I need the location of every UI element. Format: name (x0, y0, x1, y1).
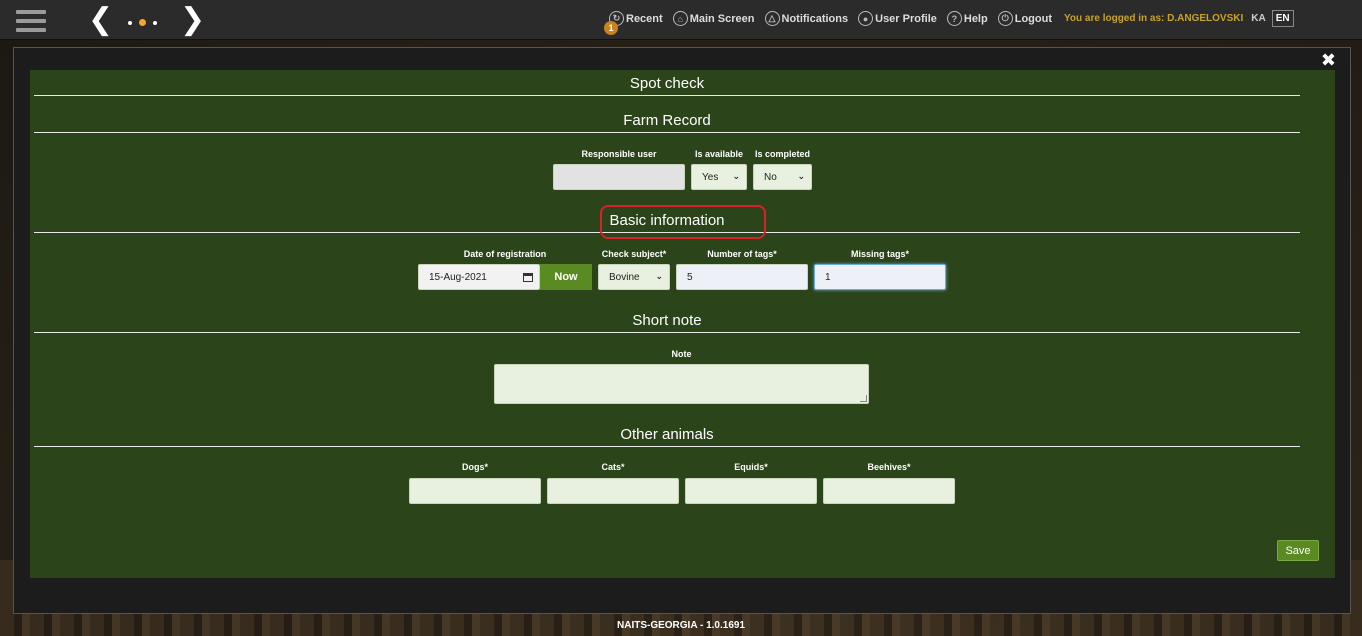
menu-main-screen-label: Main Screen (689, 12, 755, 25)
check-subject-label: Check subject* (601, 249, 667, 259)
chevron-down-icon: ⌄ (797, 172, 805, 182)
note-label: Note (671, 349, 692, 359)
menu-user-profile-label: User Profile (875, 12, 937, 25)
recent-badge: 1 (604, 21, 618, 35)
menu-logout-label: Logout (1014, 12, 1052, 25)
other-animals-heading: Other animals (34, 426, 1300, 447)
top-bar: ❮ ❯ ↻ 1 Recent ⌂ Main Screen △ Notificat… (0, 0, 1362, 40)
hamburger-menu-icon[interactable] (16, 10, 46, 32)
menu-help[interactable]: ? Help (946, 11, 988, 26)
check-subject-value: Bovine (609, 271, 640, 283)
close-icon[interactable]: ✖ (1321, 50, 1336, 71)
date-of-registration-value: 15-Aug-2021 (429, 271, 487, 283)
missing-tags-input[interactable]: 1 (814, 264, 946, 290)
menu-recent-label: Recent (626, 12, 663, 25)
number-of-tags-input[interactable]: 5 (676, 264, 808, 290)
dogs-input[interactable] (409, 478, 541, 504)
short-note-heading: Short note (34, 312, 1300, 333)
number-of-tags-value: 5 (687, 271, 693, 283)
forward-arrow-icon[interactable]: ❯ (180, 4, 205, 36)
is-available-label: Is available (694, 149, 744, 159)
menu-main-screen[interactable]: ⌂ Main Screen (672, 11, 755, 26)
check-subject-select[interactable]: Bovine ⌄ (598, 264, 670, 290)
back-arrow-icon[interactable]: ❮ (88, 4, 113, 36)
responsible-user-field[interactable] (553, 164, 685, 190)
is-available-value: Yes (702, 171, 719, 183)
cats-label: Cats* (601, 462, 625, 472)
logged-in-user: You are logged in as: D.ANGELOVSKI (1063, 13, 1244, 24)
missing-tags-value: 1 (825, 271, 831, 283)
is-completed-label: Is completed (754, 149, 810, 159)
app-version-footer: NAITS-GEORGIA - 1.0.1691 (617, 620, 745, 631)
lang-en[interactable]: EN (1271, 10, 1294, 27)
now-button[interactable]: Now (540, 264, 592, 290)
date-of-registration-input[interactable]: 15-Aug-2021 (418, 264, 540, 290)
beehives-label: Beehives* (867, 462, 911, 472)
menu-notifications-label: Notifications (781, 12, 849, 25)
missing-tags-label: Missing tags* (850, 249, 909, 259)
annotation-highlight (600, 205, 766, 239)
equids-label: Equids* (734, 462, 768, 472)
equids-input[interactable] (685, 478, 817, 504)
menu-notifications[interactable]: △ Notifications (764, 11, 849, 26)
save-button[interactable]: Save (1277, 540, 1319, 561)
user-icon: ● (858, 11, 874, 26)
dogs-label: Dogs* (461, 462, 488, 472)
help-icon: ? (946, 11, 962, 26)
is-completed-select[interactable]: No ⌄ (753, 164, 812, 190)
is-completed-value: No (764, 171, 777, 183)
date-of-registration-label: Date of registration (463, 249, 547, 259)
menu-help-label: Help (963, 12, 988, 25)
menu-recent[interactable]: ↻ 1 Recent (604, 11, 663, 35)
chevron-down-icon: ⌄ (655, 272, 663, 282)
cats-input[interactable] (547, 478, 679, 504)
home-icon: ⌂ (672, 11, 688, 26)
number-of-tags-label: Number of tags* (707, 249, 777, 259)
chevron-down-icon: ⌄ (732, 172, 740, 182)
menu-logout[interactable]: ⏻ Logout (997, 11, 1052, 26)
lang-ka[interactable]: KA (1251, 13, 1265, 24)
history-dots-icon[interactable] (128, 19, 157, 26)
note-textarea[interactable] (494, 364, 869, 404)
menu-user-profile[interactable]: ● User Profile (858, 11, 937, 26)
modal-title: Spot check (34, 75, 1300, 96)
bell-icon: △ (764, 11, 780, 26)
is-available-select[interactable]: Yes ⌄ (691, 164, 747, 190)
responsible-user-label: Responsible user (581, 149, 657, 159)
calendar-icon[interactable] (523, 272, 533, 282)
resize-handle-icon[interactable] (860, 395, 867, 402)
beehives-input[interactable] (823, 478, 955, 504)
power-icon: ⏻ (997, 11, 1013, 26)
farm-record-heading: Farm Record (34, 112, 1300, 133)
top-menu: ↻ 1 Recent ⌂ Main Screen △ Notifications… (604, 10, 1300, 35)
